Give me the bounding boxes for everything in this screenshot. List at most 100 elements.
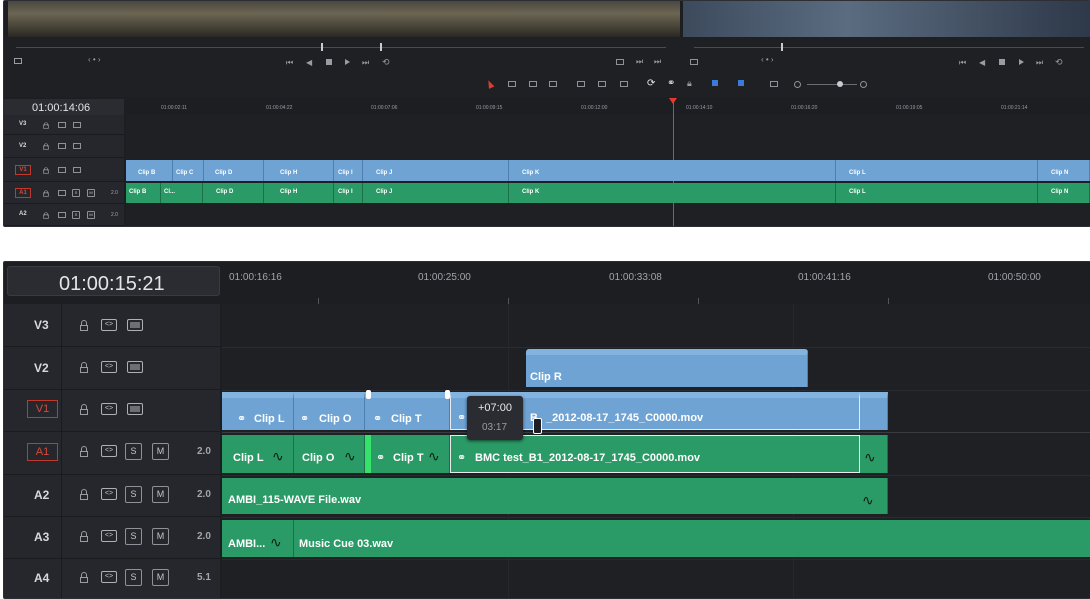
lock-icon[interactable] xyxy=(80,572,88,583)
lock-icon[interactable] xyxy=(43,167,49,174)
track-visibility-icon[interactable] xyxy=(73,122,81,128)
auto-select-icon[interactable] xyxy=(58,143,66,149)
track-visibility-icon[interactable] xyxy=(73,167,81,173)
lock-icon[interactable] xyxy=(43,190,49,197)
lock-icon[interactable] xyxy=(80,362,88,373)
auto-select-icon[interactable]: <> xyxy=(101,530,117,542)
video-clip[interactable]: ⚭ Clip T xyxy=(365,392,450,430)
audio-clip[interactable]: Clip L ∿ xyxy=(222,435,294,473)
solo-button[interactable]: S xyxy=(125,528,142,545)
source-scrub-handle-2[interactable] xyxy=(380,43,382,51)
top-ruler[interactable]: 01:00:02:11 01:00:04:22 01:00:07:06 01:0… xyxy=(126,97,1090,115)
play-reverse-icon[interactable]: ◀ xyxy=(306,58,312,67)
loop-icon[interactable]: ⟲ xyxy=(382,57,390,68)
tl-stop-icon[interactable] xyxy=(999,59,1005,65)
auto-select-icon[interactable]: <> xyxy=(101,445,117,457)
snapping-icon[interactable]: ⟳ xyxy=(647,78,655,89)
insert-clip-icon[interactable] xyxy=(577,81,585,87)
lock-icon[interactable] xyxy=(80,489,88,500)
auto-select-icon[interactable]: <> xyxy=(101,319,117,331)
timeline-viewer[interactable] xyxy=(683,1,1090,37)
source-viewer[interactable] xyxy=(8,1,680,37)
track-header-a3[interactable]: A3 <> S M 2.0 xyxy=(4,517,220,559)
lock-icon[interactable] xyxy=(43,212,49,219)
tl-jump-end-icon[interactable]: ⏭ xyxy=(1036,58,1043,68)
timeline-nav-dots[interactable]: ‹ • › xyxy=(761,55,774,64)
flag-icon[interactable] xyxy=(712,80,718,86)
track-name-selected[interactable]: A1 xyxy=(27,443,58,461)
video-clip[interactable]: Clip N xyxy=(1038,160,1090,181)
overwrite-icon[interactable]: ⏭ xyxy=(654,57,661,67)
video-clip[interactable]: Clip H xyxy=(264,160,334,181)
audio-clip[interactable]: Cl... xyxy=(161,183,203,203)
lock-icon[interactable] xyxy=(43,122,49,129)
lock-icon[interactable] xyxy=(80,531,88,542)
track-header-a2[interactable]: A2 <> S M 2.0 xyxy=(4,475,220,517)
audio-clip[interactable]: Clip I xyxy=(334,183,363,203)
video-clip-tail[interactable] xyxy=(860,392,888,430)
track-header-a1[interactable]: A1 <> S M 2.0 xyxy=(4,432,220,475)
track-header-v1[interactable]: V1 <> xyxy=(4,390,220,432)
viewer-nav-dots[interactable]: ‹ • › xyxy=(88,55,101,64)
lock-icon[interactable] xyxy=(80,320,88,331)
lock-icon[interactable] xyxy=(80,446,88,457)
source-scrubber[interactable] xyxy=(16,47,666,48)
tl-jump-start-icon[interactable]: ⏮ xyxy=(959,58,966,68)
auto-select-icon[interactable] xyxy=(58,167,66,173)
timeline-viewer-size-icon[interactable] xyxy=(690,59,698,65)
overwrite-clip-icon[interactable] xyxy=(598,81,606,87)
track-visibility-icon[interactable] xyxy=(127,403,143,415)
track-header-v1[interactable]: V1 xyxy=(4,158,124,182)
audio-clip[interactable]: Clip H xyxy=(264,183,334,203)
timeline-scrubber[interactable] xyxy=(694,47,1084,48)
mute-button[interactable]: M xyxy=(152,486,169,503)
track-name-selected[interactable]: V1 xyxy=(27,400,58,418)
track-header-a4[interactable]: A4 <> S M 5.1 xyxy=(4,559,220,598)
playhead-marker[interactable] xyxy=(669,98,677,104)
zoom-slider-knob[interactable] xyxy=(837,81,843,87)
auto-select-icon[interactable]: <> xyxy=(101,571,117,583)
timeline-scrub-handle[interactable] xyxy=(781,43,783,51)
marker-icon[interactable] xyxy=(738,80,744,86)
jump-start-icon[interactable]: ⏮ xyxy=(286,58,293,68)
audio-clip[interactable]: Clip N xyxy=(1038,183,1090,203)
timeline-options-icon[interactable] xyxy=(770,81,778,87)
video-clip[interactable]: Clip D xyxy=(204,160,264,181)
bottom-ruler[interactable]: 01:00:16:16 01:00:25:00 01:00:33:08 01:0… xyxy=(222,262,1090,304)
jump-end-icon[interactable]: ⏭ xyxy=(362,58,369,68)
replace-clip-icon[interactable] xyxy=(620,81,628,87)
audio-clip-tail[interactable]: ∿ xyxy=(860,435,888,473)
dynamic-trim-icon[interactable] xyxy=(529,81,537,87)
solo-button[interactable]: S xyxy=(125,443,142,460)
mute-button[interactable]: M xyxy=(152,528,169,545)
mute-button[interactable]: M xyxy=(87,211,95,219)
track-header-a1[interactable]: A1 S M 2.0 xyxy=(4,182,124,204)
position-lock-icon[interactable]: 🔒︎ xyxy=(687,78,692,89)
video-clip[interactable]: Clip L xyxy=(836,160,1038,181)
trim-handle[interactable] xyxy=(366,390,371,399)
mute-button[interactable]: M xyxy=(152,443,169,460)
audio-clip[interactable]: Clip K xyxy=(509,183,836,203)
mute-button[interactable]: M xyxy=(152,569,169,586)
track-header-a2[interactable]: A2 S M 2.0 xyxy=(4,204,124,226)
trim-tool-icon[interactable] xyxy=(508,81,516,87)
mute-button[interactable]: M xyxy=(87,189,95,197)
audio-clip[interactable]: Clip B xyxy=(126,183,161,203)
track-name-selected[interactable]: A1 xyxy=(15,188,31,198)
stop-icon[interactable] xyxy=(326,59,332,65)
track-visibility-icon[interactable] xyxy=(127,319,143,331)
top-track-area[interactable]: Clip B Clip C Clip D Clip H Clip I Clip … xyxy=(126,98,1090,226)
video-clip[interactable]: Clip L ⚭ xyxy=(222,392,294,430)
lock-icon[interactable] xyxy=(80,404,88,415)
track-visibility-icon[interactable] xyxy=(73,143,81,149)
tl-play-icon[interactable] xyxy=(1019,59,1024,65)
blade-tool-icon[interactable] xyxy=(549,81,557,87)
solo-button[interactable]: S xyxy=(72,189,80,197)
match-frame-icon[interactable] xyxy=(616,59,624,65)
selection-tool-icon[interactable] xyxy=(485,79,495,89)
audio-clip-ambi[interactable]: AMBI_115-WAVE File.wav ∿ xyxy=(222,478,888,514)
auto-select-icon[interactable] xyxy=(58,122,66,128)
audio-clip[interactable]: Clip J xyxy=(363,183,509,203)
insert-icon[interactable]: ⏭ xyxy=(636,57,643,67)
audio-clip-bmc[interactable]: ⚭ BMC test_B1_2012-08-17_1745_C0000.mov xyxy=(450,435,860,473)
